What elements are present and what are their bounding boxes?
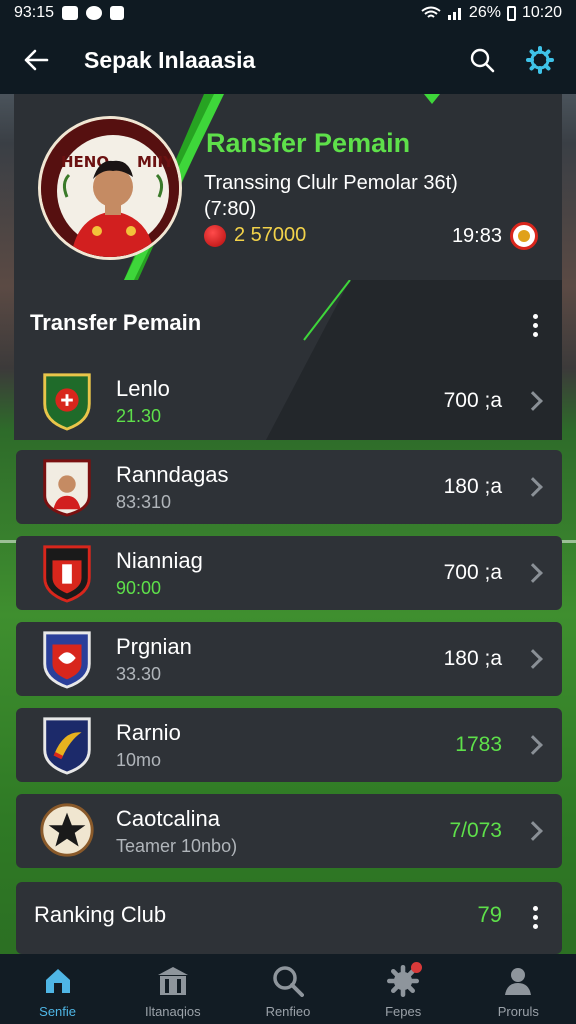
app-notification-icon	[86, 6, 103, 20]
chevron-right-icon	[523, 649, 543, 669]
nav-item-search[interactable]: Renfieo	[238, 964, 338, 1019]
more-dot-icon	[532, 906, 538, 911]
club-badge-icon	[510, 222, 538, 250]
transfer-row[interactable]: Prgnian 33.30 180 ;a	[16, 622, 562, 696]
hero-title: Ransfer Pemain	[206, 128, 411, 158]
search-icon	[470, 48, 495, 73]
player-name: Prgnian	[116, 633, 192, 659]
player-name: Ranndagas	[116, 461, 229, 487]
chevron-right-icon	[523, 391, 543, 411]
section-more-button[interactable]	[532, 314, 538, 337]
nav-item-profile[interactable]: Proruls	[468, 964, 568, 1019]
coin-icon	[204, 224, 226, 247]
svg-text:MIIY: MIIY	[137, 153, 175, 171]
more-dot-icon	[532, 332, 538, 337]
hero-subtitle: Transsing Clulr Pemolar 36t) (7:80)	[204, 172, 458, 220]
ranking-club-card[interactable]: Ranking Club 79	[16, 882, 562, 954]
more-dot-icon	[532, 915, 538, 920]
nav-label-clubs: Iltanaqios	[144, 1004, 201, 1019]
transfer-value: 700 ;a	[443, 389, 502, 412]
battery-percent: 26%	[468, 4, 501, 21]
search-button[interactable]	[468, 46, 496, 74]
player-subtext: 90:00	[116, 577, 162, 598]
arrow-left-icon	[24, 49, 49, 71]
search-icon	[273, 966, 304, 997]
profile-icon	[505, 968, 532, 995]
transfer-value: 7/073	[449, 819, 502, 842]
gear-icon	[526, 46, 554, 74]
club-crest-icon	[43, 717, 91, 775]
wifi-icon	[421, 6, 441, 18]
notification-badge	[411, 962, 423, 973]
club-crest-icon	[43, 631, 91, 689]
status-bar: 93:15 26% 10:20	[0, 0, 576, 26]
status-time-left: 93:15	[14, 4, 55, 21]
app-bar: Sepak Inlaaasia	[0, 26, 576, 94]
transfer-row[interactable]: Nianniag 90:00 700 ;a	[16, 536, 562, 610]
hero-right-number: 19:83	[451, 224, 502, 247]
ranking-more-button[interactable]	[532, 906, 538, 929]
club-crest-icon	[43, 545, 91, 603]
hero-right-value: 19:83	[452, 222, 538, 250]
ranking-title: Ranking Club	[34, 902, 167, 927]
transfer-row[interactable]: Rarnio 10mo 1783	[16, 708, 562, 782]
ranking-value: 79	[477, 902, 502, 927]
status-time-right: 10:20	[521, 4, 562, 21]
transfer-row[interactable]: Caotcalina Teamer 10nbo) 7/073	[16, 794, 562, 868]
hero-card[interactable]: HENO MIIY Ransfer Pemain Transsing Clulr…	[14, 94, 562, 280]
coin-balance: 2 57000	[204, 224, 306, 247]
nav-item-settings[interactable]: Fepes	[353, 962, 453, 1019]
settings-button[interactable]	[526, 46, 554, 74]
player-subtext: 10mo	[116, 749, 162, 770]
player-subtext: Teamer 10nbo)	[116, 835, 238, 856]
nav-item-home[interactable]: Senfie	[8, 964, 108, 1019]
battery-icon	[506, 5, 516, 21]
page-title: Sepak Inlaaasia	[84, 46, 256, 73]
club-crest-icon	[43, 459, 91, 517]
bottom-navigation: Senfie Iltanaqios Renfieo Fepes Proruls	[0, 954, 576, 1024]
player-subtext: 21.30	[116, 405, 162, 426]
nav-label-profile: Proruls	[497, 1004, 539, 1019]
chevron-right-icon	[523, 821, 543, 841]
chevron-right-icon	[523, 563, 543, 583]
player-subtext: 33.30	[116, 663, 162, 684]
app-notification-icon-2	[110, 6, 125, 20]
club-crest-icon	[40, 803, 94, 857]
building-icon	[157, 967, 188, 995]
section-title: Transfer Pemain	[30, 310, 202, 335]
transfer-row[interactable]: Lenlo 21.30 700 ;a	[16, 364, 562, 438]
player-name: Rarnio	[116, 719, 181, 745]
notification-icon	[62, 6, 79, 20]
transfer-value: 180 ;a	[443, 475, 502, 498]
chevron-right-icon	[523, 477, 543, 497]
chevron-right-icon	[523, 735, 543, 755]
transfer-value: 700 ;a	[443, 561, 502, 584]
player-name: Nianniag	[116, 547, 203, 573]
home-icon	[45, 969, 70, 993]
player-name: Caotcalina	[116, 805, 220, 831]
transfer-row[interactable]: Ranndagas 83:310 180 ;a	[16, 450, 562, 524]
nav-label-settings: Fepes	[385, 1004, 422, 1019]
nav-label-search: Renfieo	[265, 1004, 311, 1019]
more-dot-icon	[532, 323, 538, 328]
transfer-value: 180 ;a	[443, 647, 502, 670]
player-avatar: HENO MIIY	[38, 116, 182, 260]
more-dot-icon	[532, 924, 538, 929]
transfer-value: 1783	[455, 733, 502, 756]
more-dot-icon	[532, 314, 538, 319]
player-name: Lenlo	[116, 375, 170, 401]
signal-icon	[447, 8, 461, 20]
nav-label-home: Senfie	[39, 1004, 77, 1019]
coin-amount: 2 57000	[234, 224, 307, 246]
player-subtext: 83:310	[116, 491, 172, 512]
club-crest-icon	[43, 373, 91, 431]
nav-item-clubs[interactable]: Iltanaqios	[123, 964, 223, 1019]
back-button[interactable]	[22, 46, 50, 74]
